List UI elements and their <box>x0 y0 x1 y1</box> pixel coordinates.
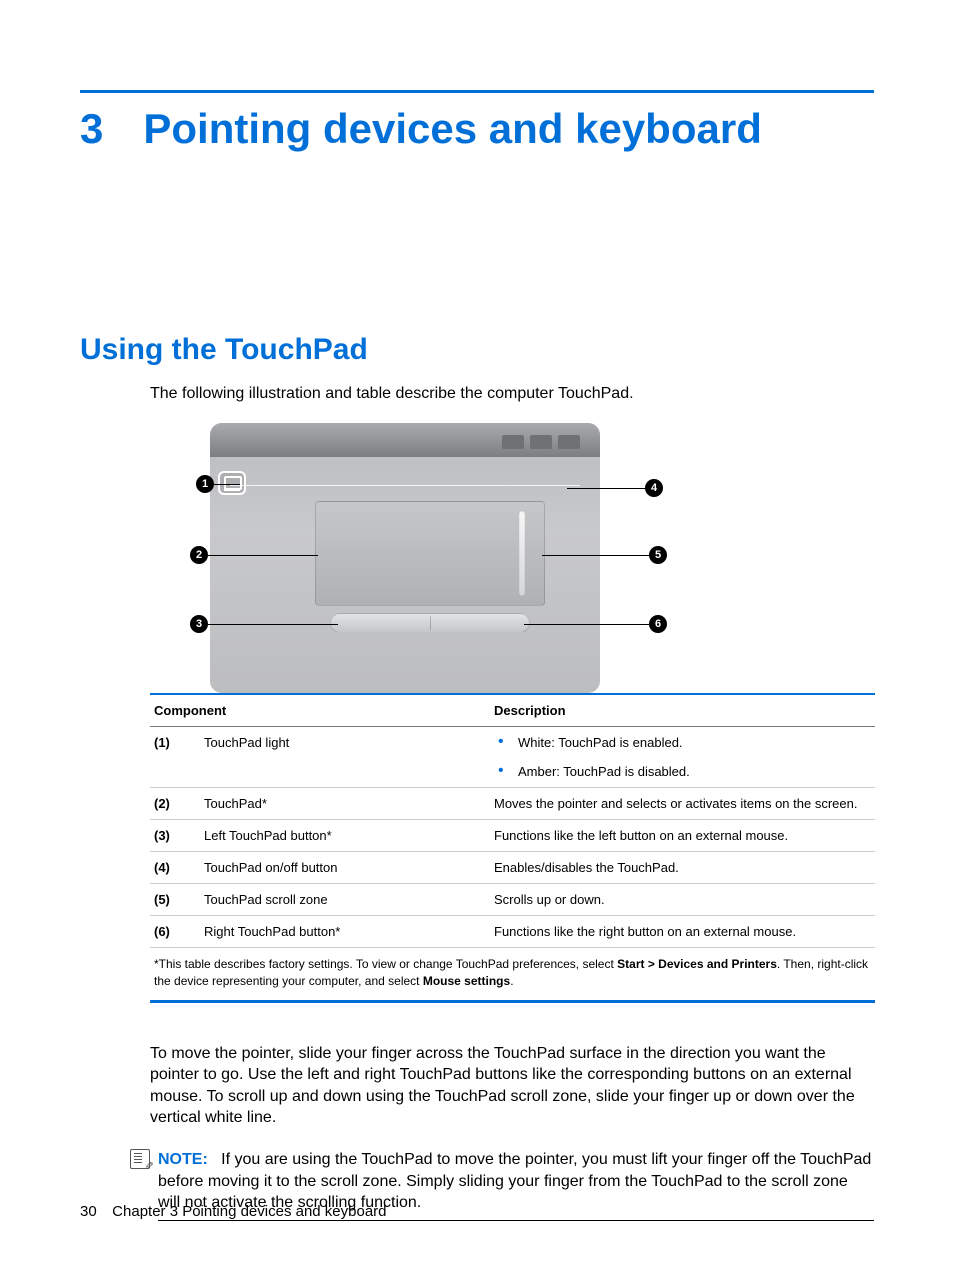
row-name: TouchPad* <box>204 796 494 811</box>
row-num: (2) <box>154 796 204 811</box>
touchpad-buttons-bar <box>330 613 530 633</box>
touchpad-surface <box>315 501 545 606</box>
callout-5: 5 <box>649 546 667 564</box>
table-row: (5) TouchPad scroll zone Scrolls up or d… <box>150 884 875 916</box>
footnote-bold: Start > Devices and Printers <box>617 957 777 971</box>
chapter-heading: 3 Pointing devices and keyboard <box>80 105 874 153</box>
row-desc: Enables/disables the TouchPad. <box>494 860 871 875</box>
table-header-row: Component Description <box>150 693 875 727</box>
bullet-item: White: TouchPad is enabled. <box>494 735 871 750</box>
header-description: Description <box>494 703 871 718</box>
row-name: TouchPad light <box>204 735 494 750</box>
row-num: (1) <box>154 735 204 750</box>
footnote-part: . <box>510 974 513 988</box>
row-desc: Moves the pointer and selects or activat… <box>494 796 871 811</box>
table-footnote: *This table describes factory settings. … <box>150 948 875 1003</box>
row-name: TouchPad on/off button <box>204 860 494 875</box>
callout-1: 1 <box>196 475 214 493</box>
row-num: (6) <box>154 924 204 939</box>
table-row: (1) TouchPad light White: TouchPad is en… <box>150 727 875 788</box>
scroll-zone <box>519 511 525 596</box>
touchpad-illustration: 1 2 3 4 5 6 <box>150 423 874 693</box>
body-paragraph: To move the pointer, slide your finger a… <box>150 1043 874 1129</box>
bullet-item: Amber: TouchPad is disabled. <box>494 764 871 779</box>
table-row: (4) TouchPad on/off button Enables/disab… <box>150 852 875 884</box>
row-desc: White: TouchPad is enabled. Amber: Touch… <box>494 735 871 779</box>
component-table: Component Description (1) TouchPad light… <box>150 693 875 1003</box>
row-num: (5) <box>154 892 204 907</box>
page-number: 30 <box>80 1203 108 1220</box>
row-name: TouchPad scroll zone <box>204 892 494 907</box>
note-icon <box>130 1149 150 1169</box>
row-desc: Scrolls up or down. <box>494 892 871 907</box>
callout-3: 3 <box>190 615 208 633</box>
footnote-bold: Mouse settings <box>423 974 510 988</box>
section-intro: The following illustration and table des… <box>150 385 874 403</box>
row-num: (3) <box>154 828 204 843</box>
row-desc: Functions like the right button on an ex… <box>494 924 871 939</box>
row-num: (4) <box>154 860 204 875</box>
header-component: Component <box>154 703 494 718</box>
chapter-title: Pointing devices and keyboard <box>143 105 762 153</box>
footer-chapter-label: Chapter 3 Pointing devices and keyboard <box>112 1203 386 1220</box>
callout-2: 2 <box>190 546 208 564</box>
table-row: (3) Left TouchPad button* Functions like… <box>150 820 875 852</box>
note-label: NOTE: <box>158 1151 208 1168</box>
row-name: Left TouchPad button* <box>204 828 494 843</box>
callout-6: 6 <box>649 615 667 633</box>
page-footer: 30 Chapter 3 Pointing devices and keyboa… <box>80 1203 387 1220</box>
chapter-top-rule <box>80 90 874 93</box>
row-name: Right TouchPad button* <box>204 924 494 939</box>
table-row: (2) TouchPad* Moves the pointer and sele… <box>150 788 875 820</box>
table-row: (6) Right TouchPad button* Functions lik… <box>150 916 875 948</box>
section-heading: Using the TouchPad <box>80 333 874 367</box>
chapter-number: 3 <box>80 105 103 153</box>
footnote-part: *This table describes factory settings. … <box>154 957 617 971</box>
callout-4: 4 <box>645 479 663 497</box>
row-desc: Functions like the left button on an ext… <box>494 828 871 843</box>
